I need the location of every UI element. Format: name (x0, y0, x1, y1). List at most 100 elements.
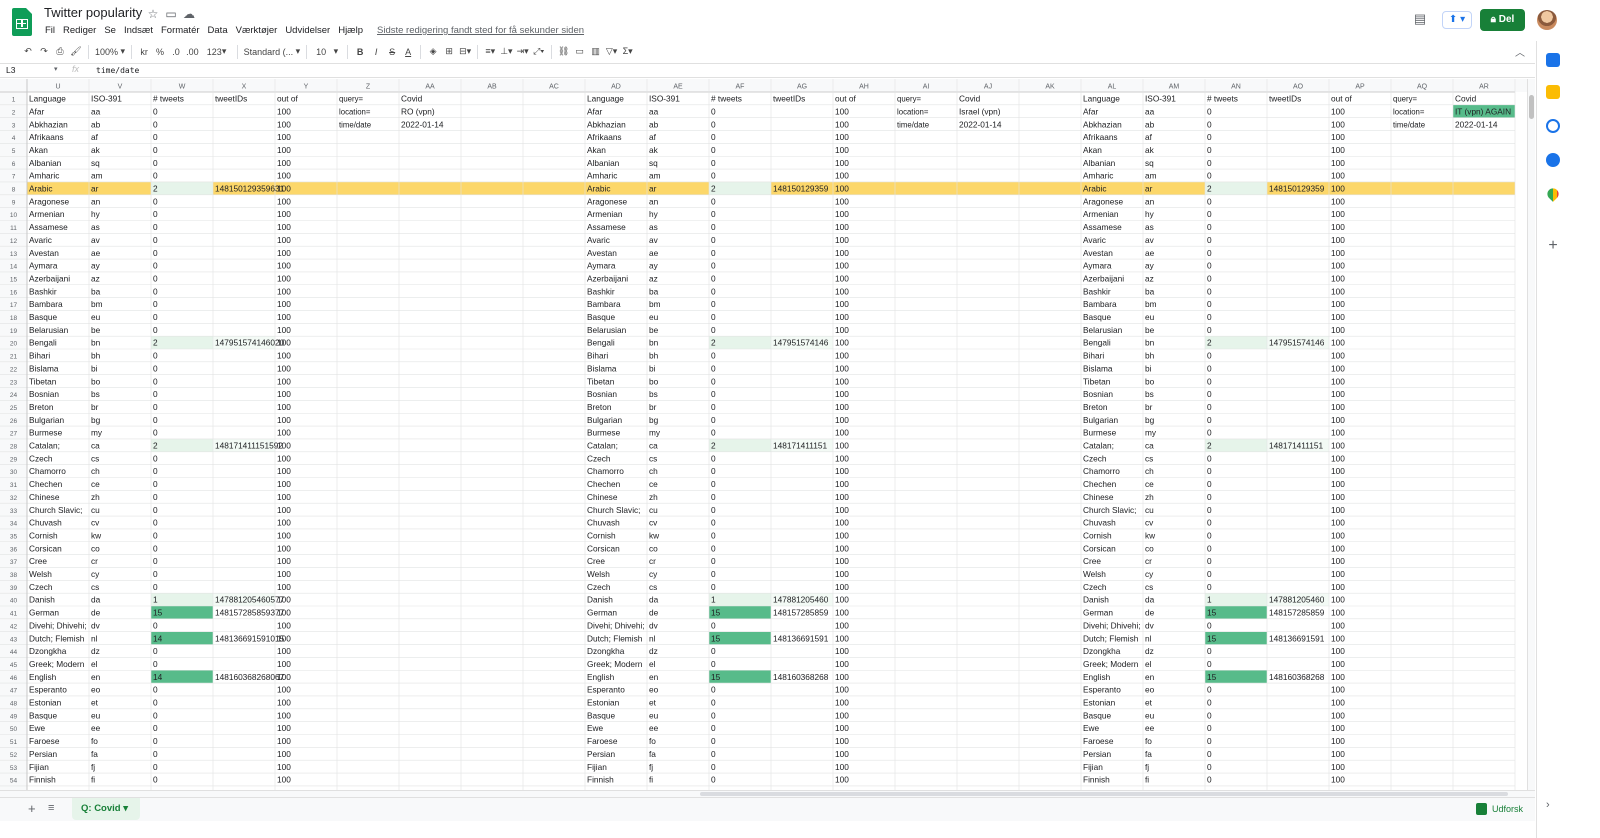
language-cell[interactable]: Church Slavic; (1083, 505, 1137, 515)
language-cell[interactable]: Church Slavic; (587, 505, 641, 515)
iso-code-cell[interactable]: ay (1145, 261, 1155, 271)
menu-tools[interactable]: Værktøjer (236, 25, 278, 39)
iso-code-cell[interactable]: be (1145, 325, 1155, 335)
iso-code-cell[interactable]: ab (1145, 119, 1155, 129)
tweet-id-cell[interactable]: 147951574146 (773, 338, 829, 348)
column-header[interactable]: AP (1355, 84, 1365, 91)
iso-code-cell[interactable]: bm (1145, 299, 1157, 309)
iso-code-cell[interactable]: kw (649, 530, 660, 540)
tweet-count-cell[interactable]: 2 (1207, 338, 1212, 348)
language-cell[interactable]: Azerbaijani (29, 273, 70, 283)
tweet-id-cell[interactable]: 148136691591 (773, 633, 829, 643)
tweet-count-cell[interactable]: 0 (1207, 530, 1212, 540)
out-of-cell[interactable]: 100 (835, 620, 849, 630)
tweet-count-cell[interactable]: 0 (1207, 299, 1212, 309)
out-of-cell[interactable]: 100 (835, 736, 849, 746)
language-cell[interactable]: Afar (29, 106, 44, 116)
iso-code-cell[interactable]: bi (1145, 363, 1152, 373)
tweet-count-cell[interactable]: 0 (1207, 376, 1212, 386)
sheets-logo-icon[interactable] (12, 8, 32, 36)
out-of-cell[interactable]: 100 (1331, 736, 1345, 746)
row-number[interactable]: 28 (10, 444, 18, 451)
language-cell[interactable]: Ewe (1083, 723, 1100, 733)
iso-code-cell[interactable]: dv (91, 620, 101, 630)
iso-code-cell[interactable]: dv (649, 620, 659, 630)
iso-code-cell[interactable]: ae (1145, 248, 1155, 258)
out-of-cell[interactable]: 100 (1331, 441, 1345, 451)
out-of-cell[interactable]: 100 (277, 376, 291, 386)
language-cell[interactable]: Divehi; Dhivehi; (587, 620, 645, 630)
tweet-count-cell[interactable]: 0 (711, 106, 716, 116)
language-cell[interactable]: Catalan; (29, 441, 60, 451)
menu-help[interactable]: Hjælp (338, 25, 363, 39)
meta-value-cell[interactable]: Israel (vpn) (959, 106, 1001, 116)
row-number[interactable]: 49 (10, 713, 18, 720)
language-cell[interactable]: Basque (29, 312, 58, 322)
out-of-cell[interactable]: 100 (1331, 569, 1345, 579)
comment-history-button[interactable]: ▤ (1410, 11, 1430, 29)
language-cell[interactable]: Czech (587, 453, 611, 463)
cloud-status-icon[interactable]: ☁ (182, 7, 196, 21)
keep-icon[interactable] (1546, 85, 1560, 99)
out-of-cell[interactable]: 100 (1331, 685, 1345, 695)
tweet-count-cell[interactable]: 0 (1207, 273, 1212, 283)
tweet-id-cell[interactable]: 147951574146020 (215, 338, 285, 348)
iso-code-cell[interactable]: dz (649, 646, 658, 656)
tweet-count-cell[interactable]: 0 (1207, 145, 1212, 155)
tweet-count-cell[interactable]: 0 (1207, 646, 1212, 656)
iso-code-cell[interactable]: my (91, 428, 103, 438)
out-of-cell[interactable]: 100 (835, 209, 849, 219)
tweet-id-cell[interactable]: 148171411151 (1269, 441, 1324, 451)
language-cell[interactable]: English (587, 672, 615, 682)
language-cell[interactable]: Bambara (29, 299, 63, 309)
tweet-count-cell[interactable]: 0 (711, 248, 716, 258)
out-of-cell[interactable]: 100 (277, 351, 291, 361)
iso-code-cell[interactable]: bi (91, 363, 98, 373)
tweet-count-cell[interactable]: 0 (153, 749, 158, 759)
language-cell[interactable]: Afrikaans (587, 132, 622, 142)
iso-code-cell[interactable]: cy (649, 569, 658, 579)
tweet-count-cell[interactable]: 0 (153, 505, 158, 515)
iso-code-cell[interactable]: ak (91, 145, 101, 155)
tweet-count-cell[interactable]: 2 (1207, 184, 1212, 194)
out-of-cell[interactable]: 100 (1331, 453, 1345, 463)
tweet-count-cell[interactable]: 0 (1207, 492, 1212, 502)
menu-extensions[interactable]: Udvidelser (285, 25, 330, 39)
row-number[interactable]: 48 (10, 701, 18, 708)
iso-code-cell[interactable]: aa (1145, 106, 1155, 116)
iso-code-cell[interactable]: hy (649, 209, 659, 219)
tweet-count-cell[interactable]: 0 (1207, 749, 1212, 759)
iso-code-cell[interactable]: en (649, 672, 659, 682)
language-cell[interactable]: Estonian (587, 698, 620, 708)
iso-code-cell[interactable]: cr (649, 556, 656, 566)
language-cell[interactable]: Chechen (587, 479, 621, 489)
out-of-cell[interactable]: 100 (1331, 338, 1345, 348)
language-cell[interactable]: Bengali (29, 338, 57, 348)
language-cell[interactable]: Tibetan (1083, 376, 1111, 386)
tweet-count-cell[interactable]: 0 (153, 145, 158, 155)
horizontal-align-icon[interactable]: ≡▾ (482, 43, 498, 61)
out-of-cell[interactable]: 100 (835, 672, 849, 682)
tweet-count-cell[interactable]: 1 (1207, 595, 1212, 605)
iso-code-cell[interactable]: co (649, 543, 658, 553)
tweet-count-cell[interactable]: 0 (1207, 132, 1212, 142)
iso-code-cell[interactable]: my (649, 428, 661, 438)
iso-code-cell[interactable]: br (91, 402, 99, 412)
out-of-cell[interactable]: 100 (1331, 492, 1345, 502)
language-cell[interactable]: Persian (29, 749, 58, 759)
iso-code-cell[interactable]: ce (1145, 479, 1154, 489)
language-cell[interactable]: Finnish (29, 775, 56, 785)
language-cell[interactable]: Basque (587, 312, 616, 322)
iso-code-cell[interactable]: av (649, 235, 659, 245)
language-cell[interactable]: Chuvash (29, 518, 62, 528)
tweet-count-cell[interactable]: 0 (153, 543, 158, 553)
row-number[interactable]: 14 (10, 264, 18, 271)
out-of-cell[interactable]: 100 (835, 530, 849, 540)
language-cell[interactable]: Arabic (587, 184, 611, 194)
column-header[interactable]: AN (1231, 84, 1241, 91)
tweet-id-cell[interactable]: 148171411151592 (215, 441, 283, 451)
column-header[interactable]: AM (1169, 84, 1180, 91)
language-cell[interactable]: German (29, 608, 59, 618)
iso-code-cell[interactable]: el (1145, 659, 1152, 669)
text-color-icon[interactable]: A (400, 43, 416, 61)
